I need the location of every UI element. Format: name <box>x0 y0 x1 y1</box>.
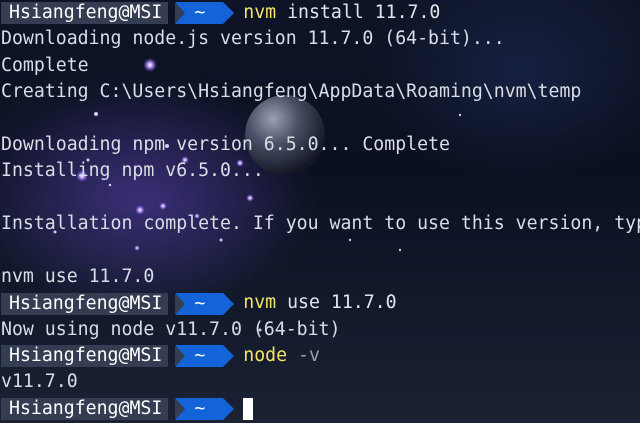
prompt-directory: ~ <box>175 397 235 420</box>
command-name: nvm <box>243 2 277 23</box>
output-line: Complete <box>0 53 640 79</box>
prompt-directory: ~ <box>175 292 235 315</box>
output-text: Complete <box>1 54 89 76</box>
output-line: v11.7.0 <box>0 369 640 395</box>
output-line: Creating C:\Users\Hsiangfeng\AppData\Roa… <box>0 79 640 105</box>
command-args: use 11.7.0 <box>287 292 397 314</box>
command-flag: -v <box>298 345 320 367</box>
prompt-line: Hsiangfeng@MSI ~ nvm install 11.7.0 <box>0 0 640 26</box>
command-name: node <box>243 345 288 367</box>
text-cursor[interactable] <box>243 397 254 420</box>
output-line: Downloading npm version 6.5.0... Complet… <box>0 132 640 158</box>
command-input: nvm use 11.7.0 <box>243 292 396 313</box>
command-input: node -v <box>243 345 320 366</box>
prompt-line: Hsiangfeng@MSI ~ nvm use 11.7.0 <box>0 290 640 316</box>
output-line: Installing npm v6.5.0... <box>0 158 640 184</box>
output-text: Installing npm v6.5.0... <box>1 160 264 182</box>
prompt-line: Hsiangfeng@MSI ~ node -v <box>0 343 640 369</box>
output-text: Now using node v11.7.0 (64-bit) <box>1 318 341 340</box>
prompt-user-host: Hsiangfeng@MSI <box>1 397 169 420</box>
command-input: nvm install 11.7.0 <box>243 2 440 23</box>
prompt-user-host: Hsiangfeng@MSI <box>1 292 169 315</box>
output-text: Installation complete. If you want to us… <box>1 213 640 235</box>
output-text: Downloading npm version 6.5.0... Complet… <box>1 133 450 155</box>
output-text: Creating C:\Users\Hsiangfeng\AppData\Roa… <box>1 81 582 103</box>
prompt-user-host: Hsiangfeng@MSI <box>1 345 169 368</box>
terminal-window[interactable]: Hsiangfeng@MSI ~ nvm install 11.7.0 Downloa… <box>0 0 640 423</box>
output-line: nvm use 11.7.0 <box>0 264 640 290</box>
output-line: Downloading node.js version 11.7.0 (64-b… <box>0 26 640 52</box>
prompt-directory: ~ <box>175 345 235 368</box>
prompt-user-host: Hsiangfeng@MSI <box>1 2 169 25</box>
output-line: Now using node v11.7.0 (64-bit) <box>0 317 640 343</box>
command-args: install 11.7.0 <box>287 2 441 23</box>
prompt-directory: ~ <box>175 2 235 25</box>
output-line: Installation complete. If you want to us… <box>0 211 640 237</box>
output-text: Downloading node.js version 11.7.0 (64-b… <box>1 28 505 50</box>
output-text: v11.7.0 <box>1 371 78 393</box>
command-name: nvm <box>243 292 277 314</box>
terminal-output: Hsiangfeng@MSI ~ nvm install 11.7.0 Downloa… <box>0 0 640 422</box>
output-text: nvm use 11.7.0 <box>1 265 155 287</box>
prompt-line: Hsiangfeng@MSI ~ <box>0 396 640 422</box>
